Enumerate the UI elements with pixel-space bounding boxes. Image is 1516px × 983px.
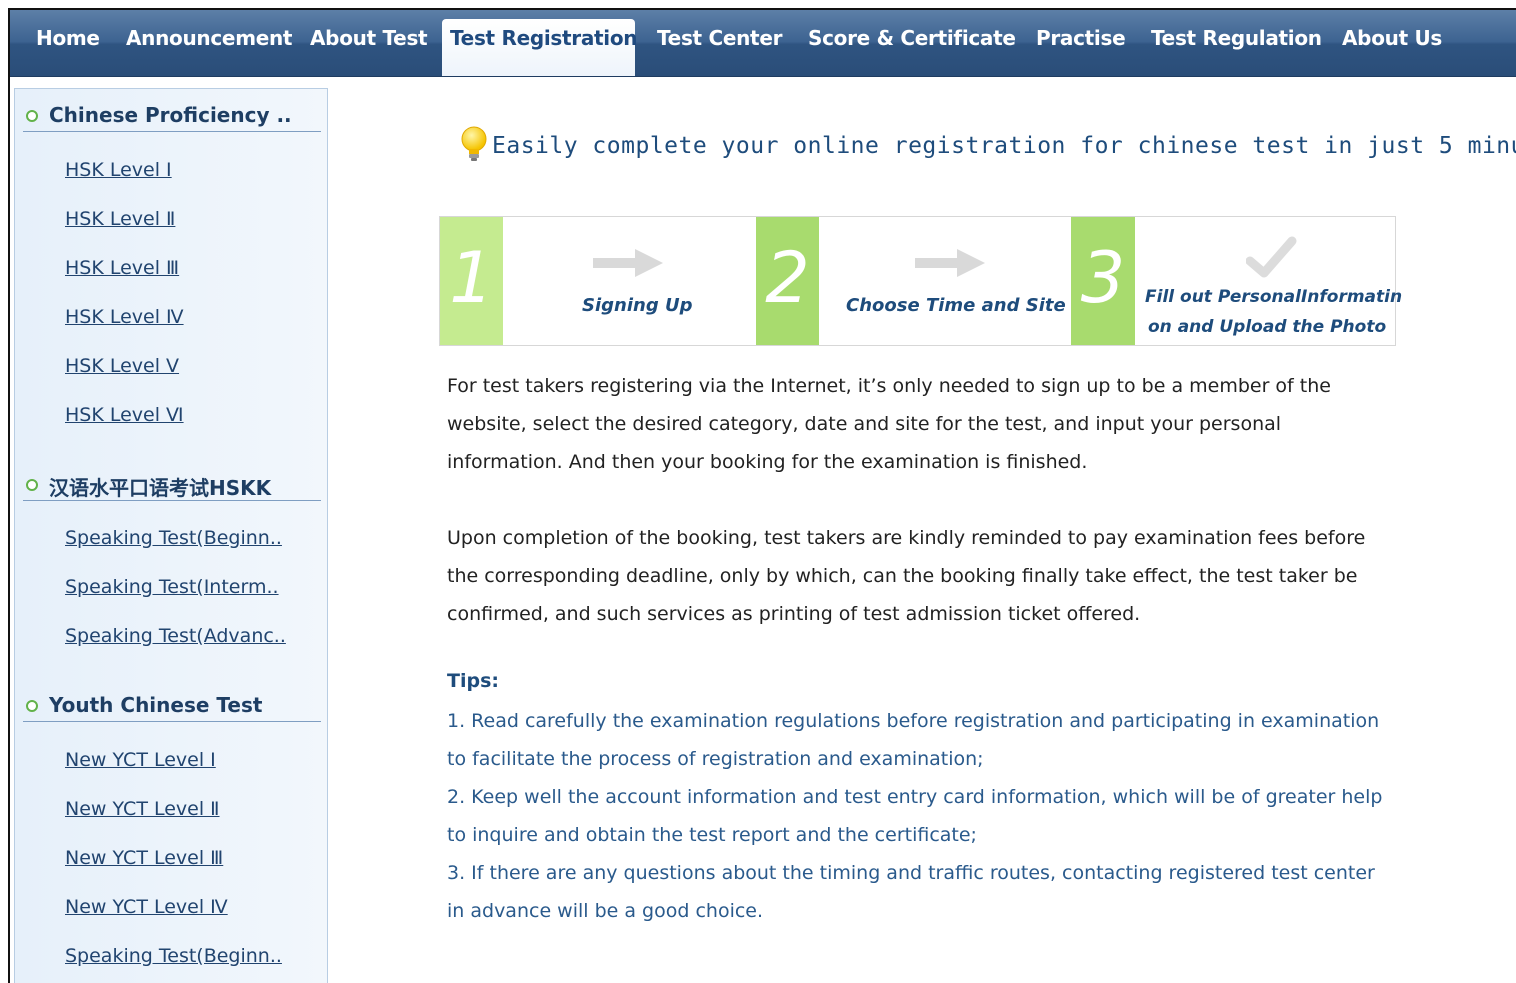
- nav-about-us[interactable]: About Us: [1342, 27, 1442, 49]
- sidebar-section-title[interactable]: Youth Chinese Test: [49, 693, 262, 717]
- tip-item: 2. Keep well the account information and…: [447, 786, 1383, 846]
- headline-text: Easily complete your online registration…: [492, 133, 1516, 159]
- nav-about-test[interactable]: About Test: [310, 27, 428, 49]
- arrow-right-icon: [593, 249, 663, 277]
- nav-practise[interactable]: Practise: [1036, 27, 1126, 49]
- sidebar-section-title[interactable]: Chinese Proficiency ..: [49, 103, 292, 127]
- sidebar-link-hskk-beginner[interactable]: Speaking Test(Beginn..: [65, 527, 282, 549]
- step-number: 2: [765, 237, 810, 319]
- bullet-icon: [26, 479, 38, 491]
- sidebar: Chinese Proficiency .. HSK Level Ⅰ HSK L…: [14, 88, 328, 983]
- sidebar-link-yct-4[interactable]: New YCT Level Ⅳ: [65, 896, 228, 918]
- tip-item: 1. Read carefully the examination regula…: [447, 710, 1380, 770]
- nav-announcement[interactable]: Announcement: [126, 27, 293, 49]
- sidebar-link-hsk-5[interactable]: HSK Level Ⅴ: [65, 355, 179, 377]
- step-2-badge: 2: [756, 217, 819, 345]
- sidebar-link-hsk-6[interactable]: HSK Level Ⅵ: [65, 404, 184, 426]
- sidebar-link-yct-1[interactable]: New YCT Level Ⅰ: [65, 749, 216, 771]
- nav-test-regulation[interactable]: Test Regulation: [1151, 27, 1322, 49]
- step-1-label: Signing Up: [582, 295, 693, 316]
- bullet-icon: [26, 700, 38, 712]
- sidebar-link-hskk-intermediate[interactable]: Speaking Test(Interm..: [65, 576, 279, 598]
- checkmark-icon: [1246, 236, 1297, 278]
- sidebar-link-hsk-1[interactable]: HSK Level Ⅰ: [65, 159, 172, 181]
- step-number: 1: [449, 237, 494, 319]
- sidebar-link-hsk-3[interactable]: HSK Level Ⅲ: [65, 257, 179, 279]
- tips-list: 1. Read carefully the examination regula…: [447, 702, 1392, 930]
- intro-paragraph: For test takers registering via the Inte…: [447, 375, 1331, 473]
- step-1-badge: 1: [440, 217, 503, 345]
- sidebar-section-hskk[interactable]: 汉语水平口语考试HSKK: [23, 468, 321, 501]
- step-2-label: Choose Time and Site: [846, 295, 1066, 316]
- nav-test-registration[interactable]: Test Registration: [450, 27, 638, 49]
- sidebar-link-yct-3[interactable]: New YCT Level Ⅲ: [65, 847, 223, 869]
- tips-title: Tips:: [447, 670, 499, 692]
- step-number: 3: [1080, 237, 1126, 319]
- registration-steps: 1 Signing Up 2 Choose Time and Site 3 Fi…: [439, 216, 1402, 346]
- sidebar-link-yct-speaking-beginner[interactable]: Speaking Test(Beginn..: [65, 945, 282, 967]
- arrow-right-icon: [915, 249, 985, 277]
- step-3-label-line1: Fill out PersonalInformatin: [1145, 287, 1403, 307]
- sidebar-link-hskk-advanced[interactable]: Speaking Test(Advanc..: [65, 625, 286, 647]
- nav-home[interactable]: Home: [36, 27, 100, 49]
- sidebar-section-hsk[interactable]: Chinese Proficiency ..: [23, 99, 321, 132]
- step-3-badge: 3: [1071, 217, 1135, 345]
- nav-score-certificate[interactable]: Score & Certificate: [808, 27, 1016, 49]
- step-3-label-line2: on and Upload the Photo: [1148, 317, 1387, 337]
- sidebar-link-hsk-4[interactable]: HSK Level Ⅳ: [65, 306, 184, 328]
- nav-test-center[interactable]: Test Center: [657, 27, 782, 49]
- sidebar-link-yct-2[interactable]: New YCT Level Ⅱ: [65, 798, 220, 820]
- tip-item: 3. If there are any questions about the …: [447, 862, 1375, 922]
- bullet-icon: [26, 110, 38, 122]
- sidebar-link-hsk-2[interactable]: HSK Level Ⅱ: [65, 208, 175, 230]
- sidebar-section-title[interactable]: 汉语水平口语考试HSKK: [49, 472, 271, 501]
- sidebar-section-yct[interactable]: Youth Chinese Test: [23, 689, 321, 722]
- lightbulb-icon: [461, 126, 487, 161]
- payment-paragraph: Upon completion of the booking, test tak…: [447, 527, 1366, 625]
